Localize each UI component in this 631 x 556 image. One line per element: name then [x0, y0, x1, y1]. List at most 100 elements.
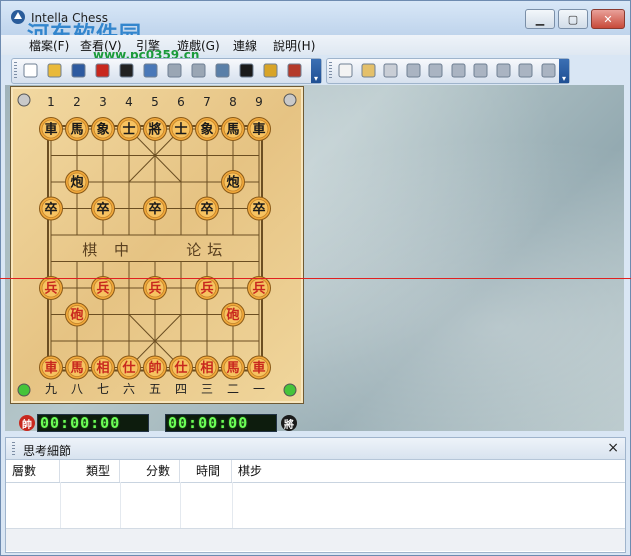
hammer-button[interactable]	[286, 62, 303, 79]
black-side-button[interactable]	[118, 62, 135, 79]
red-piece[interactable]: 兵	[39, 276, 63, 300]
menu-file[interactable]: 檔案(F)	[29, 37, 69, 54]
title-bar[interactable]: Intella Chess 河东软件园 ▁ ▢ ✕	[1, 1, 630, 48]
svg-text:將: 將	[148, 122, 161, 138]
menu-help[interactable]: 說明(H)	[273, 37, 315, 54]
column-header-depth[interactable]: 層數	[6, 460, 60, 482]
black-piece[interactable]: 卒	[143, 196, 167, 221]
column-header-time[interactable]: 時間	[180, 460, 232, 482]
maximize-button[interactable]: ▢	[558, 9, 588, 29]
black-piece[interactable]: 卒	[247, 196, 271, 221]
save-button[interactable]	[70, 62, 87, 79]
toolbar-overflow-button[interactable]: ▾	[559, 59, 569, 83]
file-number-top: 7	[203, 95, 211, 109]
black-clock: 00:00:00	[165, 414, 277, 432]
black-piece[interactable]: 士	[117, 117, 141, 141]
toolbar-grip[interactable]	[329, 62, 332, 80]
copy-button[interactable]	[337, 62, 354, 79]
red-piece[interactable]: 砲	[65, 302, 89, 327]
black-piece[interactable]: 卒	[195, 196, 219, 221]
svg-text:車: 車	[44, 360, 57, 376]
black-piece[interactable]: 馬	[65, 117, 89, 141]
search-button[interactable]	[142, 62, 159, 79]
red-piece[interactable]: 帥	[143, 355, 167, 380]
stop-button[interactable]	[166, 62, 183, 79]
black-piece[interactable]: 卒	[39, 196, 63, 221]
red-piece[interactable]: 相	[91, 355, 115, 380]
horizontal-scrollbar[interactable]	[6, 528, 625, 551]
panel-grip[interactable]	[12, 442, 15, 455]
paste-alt-button[interactable]	[382, 62, 399, 79]
prev-move-button[interactable]	[472, 62, 489, 79]
red-piece[interactable]: 車	[247, 355, 271, 380]
black-piece[interactable]: 炮	[221, 170, 245, 194]
red-piece[interactable]: 兵	[195, 276, 219, 300]
panel-close-button[interactable]: ×	[607, 440, 619, 456]
svg-text:士: 士	[122, 122, 135, 138]
table-column	[120, 482, 181, 528]
prev-fast-icon	[451, 63, 465, 78]
undo-button[interactable]	[405, 62, 422, 79]
table-column	[6, 482, 61, 528]
menu-connect[interactable]: 連線	[233, 37, 257, 54]
red-piece[interactable]: 兵	[91, 276, 115, 300]
file-number-bottom: 七	[97, 382, 109, 396]
edit-board-button[interactable]	[214, 62, 231, 79]
stop-icon	[167, 63, 182, 78]
main-toolbar: ▾	[11, 58, 322, 84]
red-piece[interactable]: 仕	[117, 355, 141, 380]
black-piece[interactable]: 馬	[221, 117, 245, 141]
svg-text:士: 士	[174, 122, 187, 138]
first-move-button[interactable]	[427, 62, 444, 79]
red-side-button[interactable]	[94, 62, 111, 79]
xiangqi-board[interactable]: 棋 中论坛 1 2 3 4 5 6 7 8 9 九八七六五四三二一車馬象士將士象馬車炮炮卒卒卒卒卒兵…	[10, 86, 304, 404]
red-piece[interactable]: 兵	[143, 276, 167, 300]
svg-text:馬: 馬	[70, 361, 83, 376]
thinking-details-panel: 思考細節 × 層數 類型 分數 時間 棋步	[5, 437, 626, 553]
copy-icon	[338, 63, 353, 78]
open-folder-button[interactable]	[46, 62, 63, 79]
svg-text:炮: 炮	[70, 175, 83, 191]
board-drawing[interactable]: 棋 中论坛1 2 3 4 5 6 7 8 9九八七六五四三二一車馬象士將士象馬車炮 炮卒卒卒卒卒兵…	[11, 87, 303, 403]
black-piece[interactable]: 象	[91, 117, 115, 141]
red-piece[interactable]: 車	[39, 355, 63, 380]
panel-header: 思考細節 ×	[6, 438, 625, 460]
new-game-button[interactable]	[22, 62, 39, 79]
red-piece[interactable]: 馬	[221, 355, 245, 380]
file-number-bottom: 四	[175, 382, 187, 396]
table-header: 層數 類型 分數 時間 棋步	[6, 460, 625, 483]
red-piece[interactable]: 兵	[247, 276, 271, 300]
next-move-button[interactable]	[495, 62, 512, 79]
black-piece[interactable]: 士	[169, 117, 193, 141]
red-piece[interactable]: 馬	[65, 355, 89, 380]
column-header-score[interactable]: 分數	[120, 460, 180, 482]
prev-fast-button[interactable]	[450, 62, 467, 79]
column-header-move[interactable]: 棋步	[232, 460, 625, 482]
toolbar-grip[interactable]	[14, 62, 17, 80]
black-piece[interactable]: 將	[143, 117, 167, 141]
svg-text:帥: 帥	[148, 360, 161, 376]
black-piece[interactable]: 象	[195, 117, 219, 141]
toolbar-overflow-button[interactable]: ▾	[311, 59, 321, 83]
svg-text:砲: 砲	[69, 307, 83, 323]
close-button[interactable]: ✕	[591, 9, 625, 29]
minimize-button[interactable]: ▁	[525, 9, 555, 29]
red-piece[interactable]: 相	[195, 355, 219, 380]
flag-button[interactable]	[238, 62, 255, 79]
lock-button[interactable]	[262, 62, 279, 79]
svg-text:卒: 卒	[96, 201, 109, 217]
black-piece[interactable]: 車	[247, 117, 271, 141]
red-piece[interactable]: 仕	[169, 355, 193, 380]
black-piece[interactable]: 車	[39, 117, 63, 141]
red-piece[interactable]: 砲	[221, 302, 245, 327]
corner-knob-icon	[283, 93, 297, 107]
open-folder-icon	[47, 63, 62, 78]
black-piece[interactable]: 卒	[91, 196, 115, 221]
last-move-button[interactable]	[540, 62, 557, 79]
black-piece[interactable]: 炮	[65, 170, 89, 194]
paste-button[interactable]	[360, 62, 377, 79]
refresh-button[interactable]	[190, 62, 207, 79]
column-header-type[interactable]: 類型	[60, 460, 120, 482]
next-fast-button[interactable]	[517, 62, 534, 79]
svg-text:車: 車	[252, 122, 265, 138]
